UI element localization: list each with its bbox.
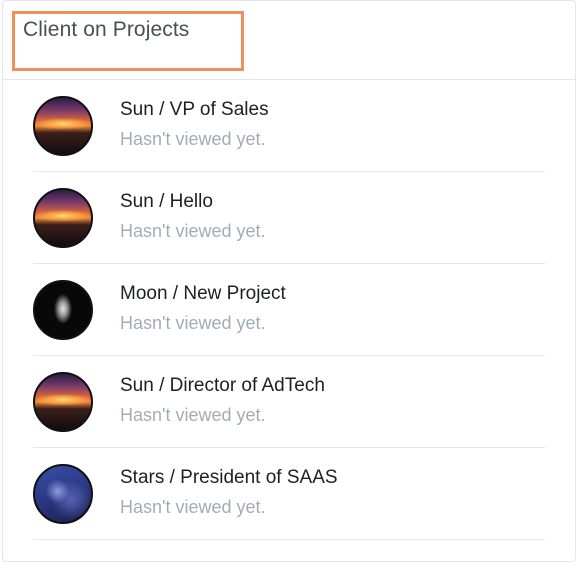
avatar — [33, 372, 93, 432]
avatar — [33, 96, 93, 156]
panel-title: Client on Projects — [23, 18, 190, 41]
list-item[interactable]: Sun / Director of AdTech Hasn't viewed y… — [33, 356, 545, 448]
avatar — [33, 464, 93, 524]
client-project-name[interactable]: Moon / New Project — [120, 283, 286, 305]
client-project-name[interactable]: Sun / Director of AdTech — [120, 375, 325, 397]
avatar — [33, 188, 93, 248]
client-projects-panel: Client on Projects Sun / VP of Sales Has… — [2, 0, 576, 562]
list-item[interactable]: Sun / VP of Sales Hasn't viewed yet. — [33, 80, 545, 172]
client-project-name[interactable]: Sun / VP of Sales — [120, 99, 269, 121]
view-status: Hasn't viewed yet. — [120, 221, 266, 241]
view-status: Hasn't viewed yet. — [120, 129, 266, 149]
client-project-name[interactable]: Sun / Hello — [120, 191, 213, 213]
view-status: Hasn't viewed yet. — [120, 497, 266, 517]
list-item[interactable]: Sun / Hello Hasn't viewed yet. — [33, 172, 545, 264]
client-project-name[interactable]: Stars / President of SAAS — [120, 467, 338, 489]
avatar — [33, 280, 93, 340]
panel-header: Client on Projects — [3, 1, 575, 80]
view-status: Hasn't viewed yet. — [120, 405, 266, 425]
list-item[interactable]: Stars / President of SAAS Hasn't viewed … — [33, 448, 545, 540]
client-project-list: Sun / VP of Sales Hasn't viewed yet. Sun… — [33, 80, 545, 540]
list-item[interactable]: Moon / New Project Hasn't viewed yet. — [33, 264, 545, 356]
view-status: Hasn't viewed yet. — [120, 313, 266, 333]
